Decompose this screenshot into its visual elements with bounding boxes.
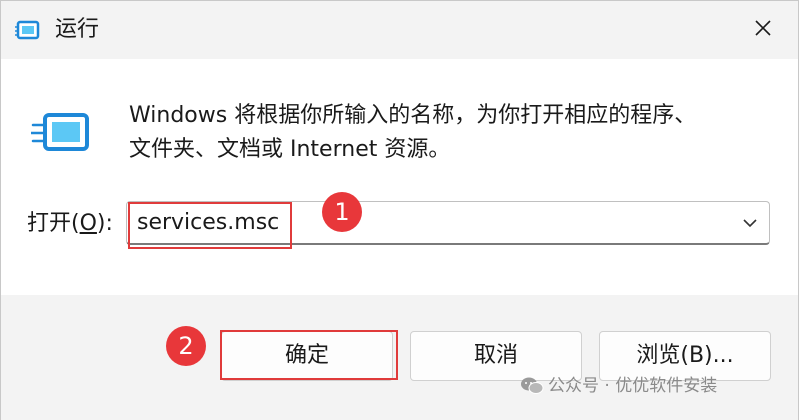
- annotation-highlight-input: [128, 202, 292, 249]
- annotation-highlight-ok: [220, 330, 398, 380]
- dialog-footer: 确定 取消 浏览(B)...: [1, 295, 798, 420]
- watermark-text: 公众号 · 优优软件安装: [548, 376, 718, 396]
- annotation-badge-step2: 2: [166, 326, 206, 366]
- open-label: 打开(O):: [27, 209, 113, 239]
- close-button[interactable]: [728, 1, 798, 59]
- title-bar: 运行: [1, 1, 798, 59]
- annotation-badge-step1: 1: [322, 192, 362, 232]
- description-line-2: 文件夹、文档或 Internet 资源。: [129, 137, 451, 162]
- window-title: 运行: [55, 17, 100, 42]
- wechat-icon: [520, 376, 544, 396]
- run-dialog-icon: [15, 19, 41, 43]
- watermark: 公众号 · 优优软件安装: [520, 374, 717, 398]
- dialog-content: Windows 将根据你所输入的名称，为你打开相应的程序、 文件夹、文档或 In…: [1, 59, 798, 295]
- open-label-accelerator: O: [79, 211, 97, 236]
- description-line-1: Windows 将根据你所输入的名称，为你打开相应的程序、: [129, 103, 697, 128]
- open-label-suffix: ):: [96, 211, 113, 236]
- run-dialog-icon: [29, 111, 91, 155]
- run-dialog-window: 运行 Windows 将根据你所输入的名称，为你打开相应的程序、 文件夹、文档或…: [0, 0, 799, 420]
- dialog-description: Windows 将根据你所输入的名称，为你打开相应的程序、 文件夹、文档或 In…: [129, 99, 769, 167]
- open-label-prefix: 打开(: [27, 211, 80, 236]
- chevron-down-icon[interactable]: [741, 214, 759, 232]
- close-icon: [753, 18, 773, 42]
